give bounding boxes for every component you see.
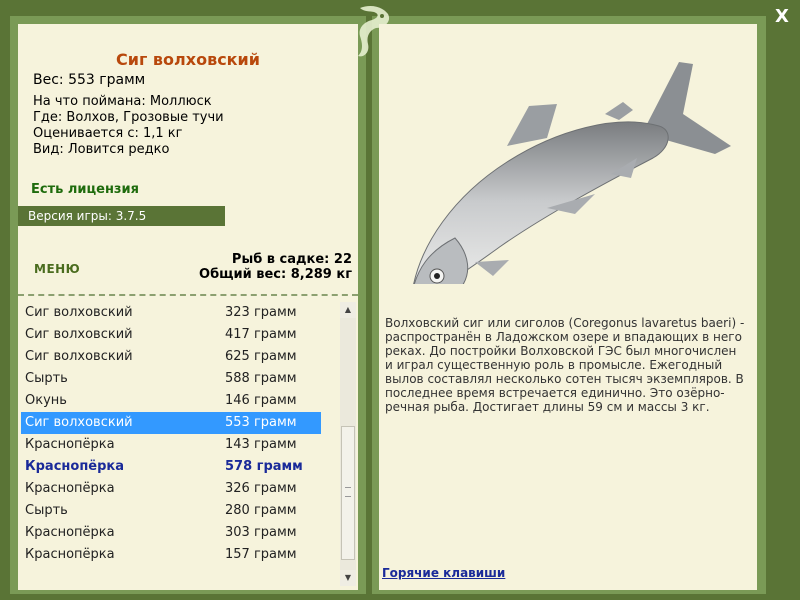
arrow-up-icon[interactable]: ▲	[340, 302, 356, 318]
cage-total: Общий вес: 8,289 кг	[199, 267, 352, 282]
list-item[interactable]: Сиг волховский 323 грамм	[21, 302, 321, 324]
hotkeys-link[interactable]: Горячие клавиши	[382, 566, 505, 580]
license-status: Есть лицензия	[31, 182, 139, 197]
arrow-down-icon[interactable]: ▼	[340, 570, 356, 586]
fish-image	[397, 54, 737, 303]
list-item-weight: 326 грамм	[225, 481, 297, 496]
scroll-thumb[interactable]	[341, 426, 355, 560]
divider	[18, 294, 358, 296]
fish-kind: Вид: Ловится редко	[33, 142, 170, 157]
list-item-weight: 323 грамм	[225, 305, 297, 320]
catch-list[interactable]: Сиг волховский 323 грамм Сиг волховский 41…	[18, 302, 358, 590]
list-item[interactable]: Сырть 280 грамм	[21, 500, 321, 522]
list-item-name: Сырть	[25, 371, 68, 386]
cage-count: Рыб в садке: 22	[231, 252, 352, 267]
list-item[interactable]: Окунь 146 грамм	[21, 390, 321, 412]
grip-icon	[345, 487, 351, 497]
list-item-weight: 588 грамм	[225, 371, 297, 386]
fish-description: Волховский сиг или сиголов (Coregonus la…	[385, 316, 745, 414]
list-item-weight: 417 грамм	[225, 327, 297, 342]
list-item-name: Сиг волховский	[25, 327, 133, 342]
list-item-name: Сиг волховский	[25, 415, 133, 430]
list-item[interactable]: Сиг волховский 417 грамм	[21, 324, 321, 346]
fish-info-panel: Сиг волховский Вес: 553 грамм На что пой…	[18, 24, 358, 590]
list-item-name: Краснопёрка	[25, 481, 115, 496]
list-item-name: Краснопёрка	[25, 459, 125, 474]
fish-place: Где: Волхов, Грозовые тучи	[33, 110, 224, 125]
version-bar: Версия игры: 3.7.5	[18, 206, 225, 226]
list-item-weight: 553 грамм	[225, 415, 297, 430]
list-item-selected[interactable]: Сиг волховский 553 грамм	[21, 412, 321, 434]
menu-button[interactable]: МЕНЮ	[34, 262, 80, 276]
fish-detail-panel: Волховский сиг или сиголов (Coregonus la…	[379, 24, 757, 590]
list-item-name: Сиг волховский	[25, 349, 133, 364]
fish-title: Сиг волховский	[116, 50, 260, 69]
list-item[interactable]: Краснопёрка 303 грамм	[21, 522, 321, 544]
list-item-weight: 578 грамм	[225, 459, 303, 474]
list-item-weight: 625 грамм	[225, 349, 297, 364]
list-item-weight: 157 грамм	[225, 547, 297, 562]
cage-summary: Рыб в садке: 22 Общий вес: 8,289 кг	[199, 252, 352, 282]
fish-weight: Вес: 553 грамм	[33, 72, 146, 88]
list-item[interactable]: Краснопёрка 157 грамм	[21, 544, 321, 566]
list-item[interactable]: Сиг волховский 625 грамм	[21, 346, 321, 368]
list-item-weight: 303 грамм	[225, 525, 297, 540]
fish-value: Оценивается с: 1,1 кг	[33, 126, 183, 141]
list-item-highlighted[interactable]: Краснопёрка 578 грамм	[21, 456, 321, 478]
close-button[interactable]: X	[770, 6, 794, 28]
list-item[interactable]: Сырть 588 грамм	[21, 368, 321, 390]
fish-bait: На что поймана: Моллюск	[33, 94, 212, 109]
list-item-name: Сиг волховский	[25, 305, 133, 320]
list-item-name: Краснопёрка	[25, 525, 115, 540]
list-item-name: Сырть	[25, 503, 68, 518]
list-item-weight: 280 грамм	[225, 503, 297, 518]
list-item-name: Краснопёрка	[25, 437, 115, 452]
list-item-name: Краснопёрка	[25, 547, 115, 562]
list-item-weight: 146 грамм	[225, 393, 297, 408]
list-scrollbar[interactable]: ▲ ▼	[340, 302, 356, 586]
list-item-weight: 143 грамм	[225, 437, 297, 452]
list-item[interactable]: Краснопёрка 143 грамм	[21, 434, 321, 456]
list-item-name: Окунь	[25, 393, 67, 408]
list-item[interactable]: Краснопёрка 326 грамм	[21, 478, 321, 500]
